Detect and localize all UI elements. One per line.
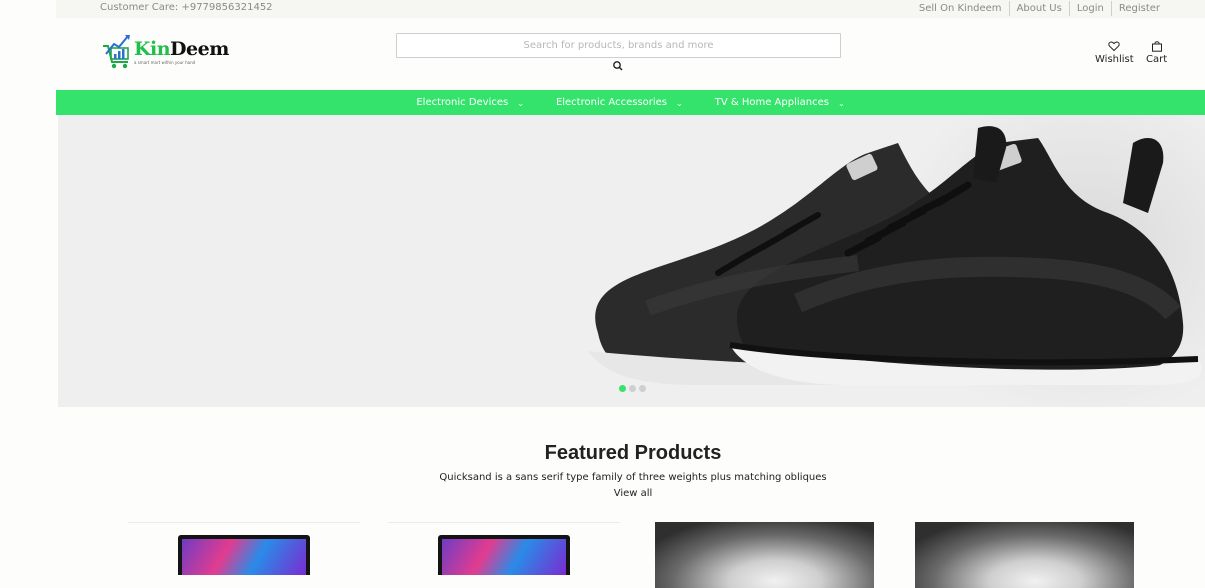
top-links: Sell On Kindeem About Us Login Register xyxy=(912,1,1167,16)
chevron-down-icon: ⌄ xyxy=(676,99,683,108)
featured-subtitle: Quicksand is a sans serif type family of… xyxy=(439,472,827,483)
carousel-dot-1[interactable] xyxy=(619,385,626,392)
nav-item-label: Electronic Accessories xyxy=(555,97,668,108)
sell-on-kindeem-link[interactable]: Sell On Kindeem xyxy=(912,3,1009,14)
chevron-down-icon: ⌄ xyxy=(517,99,524,108)
carousel-dots xyxy=(619,385,646,392)
product-card[interactable] xyxy=(655,522,874,588)
logo-tagline: a smart mart within your hand xyxy=(134,60,196,65)
cart-button[interactable]: Cart xyxy=(1146,40,1167,65)
hero-shoe-image xyxy=(588,126,1202,385)
product-image xyxy=(915,522,1134,588)
featured-title: Featured Products xyxy=(544,442,722,464)
product-card[interactable] xyxy=(388,522,620,588)
site-header: KinDeem a smart mart within your hand Wi… xyxy=(56,18,1205,90)
chevron-down-icon: ⌄ xyxy=(837,99,845,108)
product-card[interactable] xyxy=(915,522,1134,588)
product-image xyxy=(438,535,570,575)
carousel-dot-3[interactable] xyxy=(639,385,646,392)
logo-wordmark: KinDeem xyxy=(134,38,229,60)
nav-item-electronic-devices[interactable]: Electronic Devices ⌄ xyxy=(416,97,524,108)
nav-item-label: Electronic Devices xyxy=(416,97,509,108)
product-image xyxy=(655,522,874,588)
heart-icon xyxy=(1108,41,1121,52)
customer-care-text: Customer Care: +9779856321452 xyxy=(100,2,273,13)
nav-item-label: TV & Home Appliances xyxy=(714,97,829,108)
carousel-dot-2[interactable] xyxy=(629,385,636,392)
wishlist-label: Wishlist xyxy=(1095,54,1134,65)
search-icon[interactable] xyxy=(611,59,625,73)
login-link[interactable]: Login xyxy=(1070,3,1111,14)
product-card[interactable] xyxy=(128,522,360,588)
category-nav: Electronic Devices ⌄ Electronic Accessor… xyxy=(56,90,1205,115)
hero-carousel[interactable] xyxy=(58,115,1205,407)
wishlist-button[interactable]: Wishlist xyxy=(1095,40,1134,65)
cart-label: Cart xyxy=(1146,54,1168,65)
nav-item-tv-home-appliances[interactable]: TV & Home Appliances ⌄ xyxy=(715,97,845,108)
view-all-link[interactable]: View all xyxy=(0,488,1205,499)
site-logo[interactable]: KinDeem a smart mart within your hand xyxy=(100,32,230,72)
product-image xyxy=(178,535,310,575)
search-input[interactable] xyxy=(396,33,841,58)
about-us-link[interactable]: About Us xyxy=(1010,3,1069,14)
logo-cart-icon xyxy=(103,35,130,69)
nav-item-electronic-accessories[interactable]: Electronic Accessories ⌄ xyxy=(556,97,683,108)
top-utility-bar: Customer Care: +9779856321452 Sell On Ki… xyxy=(56,0,1205,18)
bag-icon xyxy=(1151,41,1162,52)
register-link[interactable]: Register xyxy=(1112,3,1167,14)
